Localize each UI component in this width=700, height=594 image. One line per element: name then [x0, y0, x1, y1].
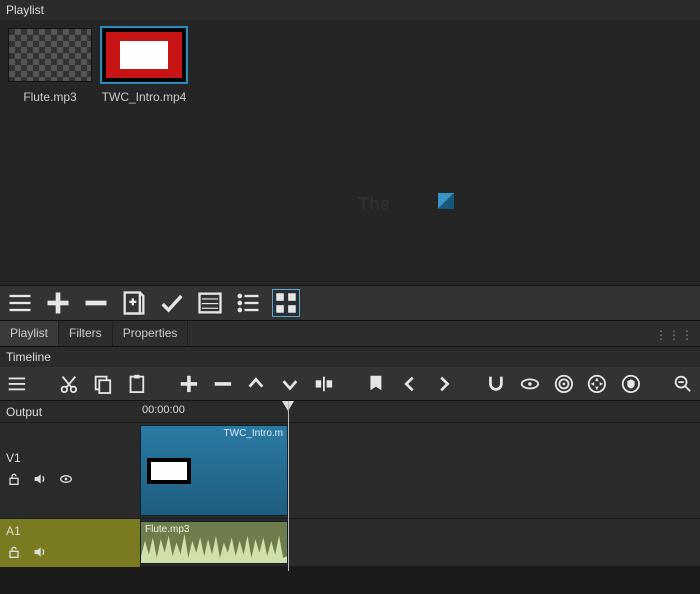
- output-track-head: Output: [0, 401, 140, 422]
- list-view-icon[interactable]: [234, 289, 262, 317]
- unlock-icon[interactable]: [6, 544, 22, 563]
- timeline-toolbar: [0, 367, 700, 401]
- output-label: Output: [6, 405, 134, 419]
- video-clip[interactable]: TWC_Intro.m: [140, 425, 288, 516]
- track-area-v1[interactable]: TWC_Intro.m: [140, 423, 700, 518]
- panel-tabs: Playlist Filters Properties ⋮⋮⋮: [0, 321, 700, 347]
- clip-label: Flute.mp3: [145, 524, 189, 535]
- overwrite-icon[interactable]: [279, 370, 301, 398]
- details-view-icon[interactable]: [196, 289, 224, 317]
- check-icon[interactable]: [158, 289, 186, 317]
- ruler-time: 00:00:00: [142, 404, 185, 416]
- timeline-panel-header: Timeline: [0, 347, 700, 367]
- timeline-ruler[interactable]: 00:00:00: [140, 401, 700, 422]
- watermark: The: [358, 195, 390, 214]
- remove-icon[interactable]: [212, 370, 234, 398]
- eye-icon[interactable]: [58, 471, 74, 490]
- zoomout-icon[interactable]: [672, 370, 694, 398]
- add-icon[interactable]: [44, 289, 72, 317]
- track-name: V1: [6, 451, 134, 465]
- playlist-panel-header: Playlist: [0, 0, 700, 20]
- playlist-area[interactable]: Flute.mp3 TWC_Intro.mp4 The: [0, 20, 700, 285]
- cut-icon[interactable]: [58, 370, 80, 398]
- scrub-icon[interactable]: [519, 370, 541, 398]
- ripple-icon[interactable]: [553, 370, 575, 398]
- playlist-item[interactable]: TWC_Intro.mp4: [100, 26, 188, 104]
- playlist-item-label: Flute.mp3: [23, 90, 76, 104]
- split-icon[interactable]: [313, 370, 335, 398]
- watermark-flag-icon: [438, 193, 454, 209]
- menu-icon[interactable]: [6, 370, 28, 398]
- track-name: A1: [6, 524, 134, 538]
- mute-icon[interactable]: [32, 544, 48, 563]
- paste-icon[interactable]: [126, 370, 148, 398]
- addfiles-icon[interactable]: [120, 289, 148, 317]
- audio-thumb-icon: [8, 28, 92, 82]
- playlist-item[interactable]: Flute.mp3: [6, 26, 94, 104]
- track-area-a1[interactable]: Flute.mp3: [140, 519, 700, 566]
- mute-icon[interactable]: [32, 471, 48, 490]
- clip-label: TWC_Intro.m: [224, 428, 283, 439]
- snap-icon[interactable]: [485, 370, 507, 398]
- menu-icon[interactable]: [6, 289, 34, 317]
- copy-icon[interactable]: [92, 370, 114, 398]
- tab-playlist[interactable]: Playlist: [0, 321, 59, 346]
- tab-filters[interactable]: Filters: [59, 321, 113, 346]
- audio-clip[interactable]: Flute.mp3: [140, 521, 288, 564]
- track-head-a1[interactable]: A1: [0, 519, 140, 567]
- remove-icon[interactable]: [82, 289, 110, 317]
- marker-icon[interactable]: [365, 370, 387, 398]
- add-icon[interactable]: [178, 370, 200, 398]
- lift-icon[interactable]: [245, 370, 267, 398]
- track-head-v1[interactable]: V1: [0, 423, 140, 518]
- playlist-toolbar: [0, 285, 700, 321]
- timeline-body: Output 00:00:00 V1 TWC_Intro.m A1: [0, 401, 700, 567]
- video-thumb-icon: [102, 28, 186, 82]
- playhead-line: [288, 401, 289, 571]
- unlock-icon[interactable]: [6, 471, 22, 490]
- prev-icon[interactable]: [399, 370, 421, 398]
- shield-icon[interactable]: [620, 370, 642, 398]
- playlist-item-label: TWC_Intro.mp4: [102, 90, 187, 104]
- rippleall-icon[interactable]: [586, 370, 608, 398]
- grid-view-icon[interactable]: [272, 289, 300, 317]
- next-icon[interactable]: [433, 370, 455, 398]
- tab-properties[interactable]: Properties: [113, 321, 189, 346]
- clip-thumb-icon: [147, 458, 191, 484]
- drag-handle-icon[interactable]: ⋮⋮⋮: [655, 328, 694, 342]
